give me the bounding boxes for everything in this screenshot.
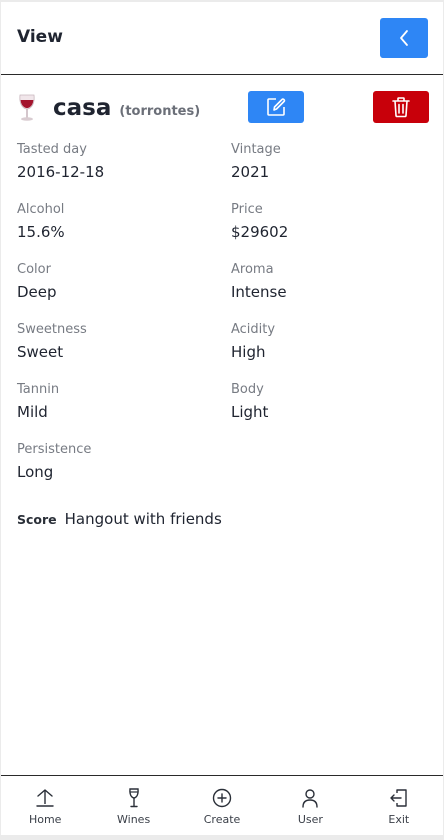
wine-name: casa xyxy=(53,95,112,121)
user-icon xyxy=(298,786,322,810)
field-value: Light xyxy=(231,403,269,421)
field-aroma: Aroma Intense xyxy=(231,262,431,301)
nav-label: Wines xyxy=(117,813,151,826)
field-label: Color xyxy=(17,262,51,277)
field-value: Sweet xyxy=(17,343,64,361)
nav-create[interactable]: Create xyxy=(178,776,266,835)
score-row: Score Hangout with friends xyxy=(17,510,222,528)
app-frame: View casa (torrontes) Tasted day 2016-12… xyxy=(1,2,443,835)
field-acidity: Acidity High xyxy=(231,322,431,361)
field-value: $29602 xyxy=(231,223,289,241)
field-label: Vintage xyxy=(231,142,281,157)
field-price: Price $29602 xyxy=(231,202,431,241)
nav-wines[interactable]: Wines xyxy=(89,776,177,835)
wine-heading: casa (torrontes) xyxy=(17,90,200,126)
score-label: Score xyxy=(17,512,57,527)
nav-label: Create xyxy=(203,813,241,826)
field-label: Aroma xyxy=(231,262,274,277)
field-tasted-day: Tasted day 2016-12-18 xyxy=(17,142,217,181)
nav-label: User xyxy=(297,813,323,826)
field-color: Color Deep xyxy=(17,262,217,301)
field-label: Sweetness xyxy=(17,322,87,337)
field-label: Body xyxy=(231,382,264,397)
field-tannin: Tannin Mild xyxy=(17,382,217,421)
field-value: High xyxy=(231,343,266,361)
field-persistence: Persistence Long xyxy=(17,442,217,481)
nav-label: Home xyxy=(28,813,62,826)
field-value: 2021 xyxy=(231,163,270,181)
chevron-left-icon xyxy=(400,30,408,46)
delete-button[interactable] xyxy=(373,91,429,123)
back-button[interactable] xyxy=(380,18,428,58)
exit-icon xyxy=(387,786,411,810)
field-vintage: Vintage 2021 xyxy=(231,142,431,181)
wine-variety: (torrontes) xyxy=(119,103,201,119)
field-label: Persistence xyxy=(17,442,92,457)
wine-glass-emoji-icon xyxy=(17,94,39,122)
field-label: Tannin xyxy=(17,382,60,397)
nav-user[interactable]: User xyxy=(266,776,354,835)
field-label: Price xyxy=(231,202,263,217)
field-value: 15.6% xyxy=(17,223,65,241)
field-value: Deep xyxy=(17,283,57,301)
field-label: Tasted day xyxy=(17,142,87,157)
field-value: Long xyxy=(17,463,54,481)
bottom-nav: Home Wines Create User Exit xyxy=(1,775,443,835)
nav-home[interactable]: Home xyxy=(1,776,89,835)
home-icon xyxy=(33,786,57,810)
field-value: Mild xyxy=(17,403,48,421)
edit-button[interactable] xyxy=(248,91,304,123)
wine-glass-icon xyxy=(122,786,146,810)
plus-circle-icon xyxy=(210,786,234,810)
page-title: View xyxy=(17,27,63,47)
header: View xyxy=(1,2,443,75)
field-alcohol: Alcohol 15.6% xyxy=(17,202,217,241)
field-sweetness: Sweetness Sweet xyxy=(17,322,217,361)
score-value: Hangout with friends xyxy=(64,510,222,528)
field-value: Intense xyxy=(231,283,287,301)
field-label: Alcohol xyxy=(17,202,65,217)
field-body: Body Light xyxy=(231,382,431,421)
trash-icon xyxy=(392,97,410,118)
pencil-square-icon xyxy=(267,98,286,116)
nav-exit[interactable]: Exit xyxy=(355,776,443,835)
field-label: Acidity xyxy=(231,322,276,337)
nav-label: Exit xyxy=(388,813,410,826)
field-value: 2016-12-18 xyxy=(17,163,105,181)
